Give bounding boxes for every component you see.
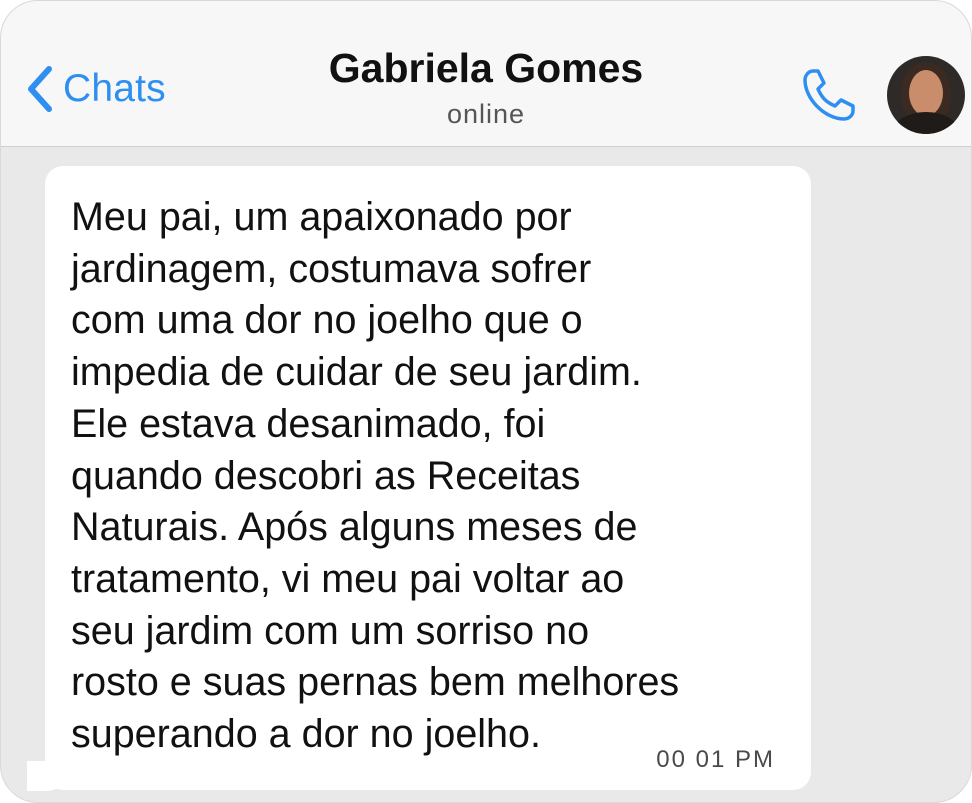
phone-icon — [803, 69, 855, 121]
avatar-face — [909, 70, 943, 116]
call-button[interactable] — [799, 65, 859, 130]
message-text: Meu pai, um apaixonado por jardinagem, c… — [71, 195, 680, 757]
chat-header: Chats Gabriela Gomes online — [1, 1, 971, 147]
avatar-shoulders — [893, 112, 959, 134]
message-time: 00 01 PM — [656, 746, 775, 773]
avatar[interactable] — [887, 56, 965, 134]
chat-screen: Chats Gabriela Gomes online Meu pai, um … — [0, 0, 972, 803]
message-bubble[interactable]: Meu pai, um apaixonado por jardinagem, c… — [45, 166, 811, 790]
